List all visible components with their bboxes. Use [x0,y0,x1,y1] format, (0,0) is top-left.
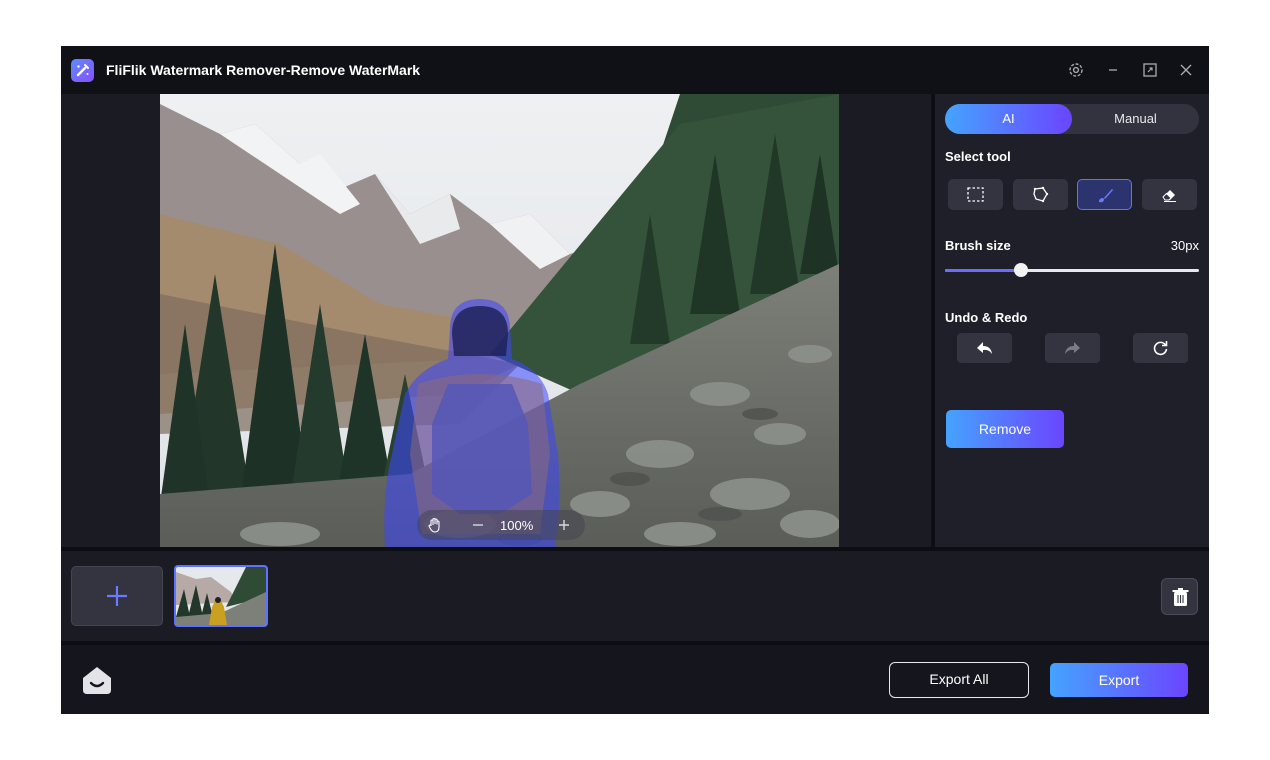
title-bar: FliFlik Watermark Remover-Remove WaterMa… [61,46,1209,94]
plus-icon [107,586,127,606]
slider-fill [945,269,1022,272]
undo-button[interactable] [957,333,1012,363]
redo-button[interactable] [1045,333,1100,363]
zoom-in-icon[interactable] [554,515,574,535]
export-all-button[interactable]: Export All [889,662,1029,698]
window-title: FliFlik Watermark Remover-Remove WaterMa… [106,62,421,78]
app-window: FliFlik Watermark Remover-Remove WaterMa… [61,46,1209,714]
slider-thumb[interactable] [1014,263,1029,277]
select-tool-label: Select tool [945,149,1011,164]
lasso-select-icon [1033,186,1049,203]
footer: Export All Export [61,645,1209,714]
delete-button[interactable] [1161,578,1198,615]
image-thumbnail[interactable] [174,565,268,627]
redo-icon [1065,342,1080,354]
brush-tool-button[interactable] [1077,179,1132,210]
eraser-icon [1162,190,1176,202]
brush-size-value: 30px [1170,238,1199,253]
add-image-button[interactable] [71,566,163,626]
tool-panel: AI Manual Select tool Brush size 30px Un… [935,94,1209,547]
undo-redo-label: Undo & Redo [945,310,1028,325]
undo-icon [977,342,992,354]
trash-icon [1172,588,1189,606]
brush-size-label: Brush size [945,238,1011,253]
refresh-icon [1153,341,1168,356]
reset-button[interactable] [1133,333,1188,363]
maximize-icon[interactable] [1140,60,1160,80]
mode-manual-button[interactable]: Manual [1072,104,1199,134]
export-button[interactable]: Export [1050,663,1188,697]
app-logo-icon [71,59,94,82]
hand-pan-icon[interactable] [425,515,445,535]
rectangle-select-button[interactable] [948,179,1003,210]
zoom-out-icon[interactable] [468,515,488,535]
eraser-tool-button[interactable] [1142,179,1197,210]
home-icon[interactable] [80,663,114,697]
settings-gear-icon[interactable] [1066,60,1086,80]
brush-icon [1099,189,1113,203]
remove-button[interactable]: Remove [946,410,1064,448]
zoom-level: 100% [500,518,534,533]
mode-toggle: AI Manual [945,104,1199,134]
brush-size-slider[interactable] [945,263,1199,277]
minimize-icon[interactable] [1103,60,1123,80]
canvas-area: 100% [61,94,931,547]
close-icon[interactable] [1176,60,1196,80]
edit-photo[interactable] [160,94,839,547]
rectangle-select-icon [967,187,984,202]
thumbnail-strip [61,551,1209,641]
zoom-toolbar: 100% [417,510,585,540]
mode-ai-button[interactable]: AI [945,104,1072,134]
lasso-select-button[interactable] [1013,179,1068,210]
